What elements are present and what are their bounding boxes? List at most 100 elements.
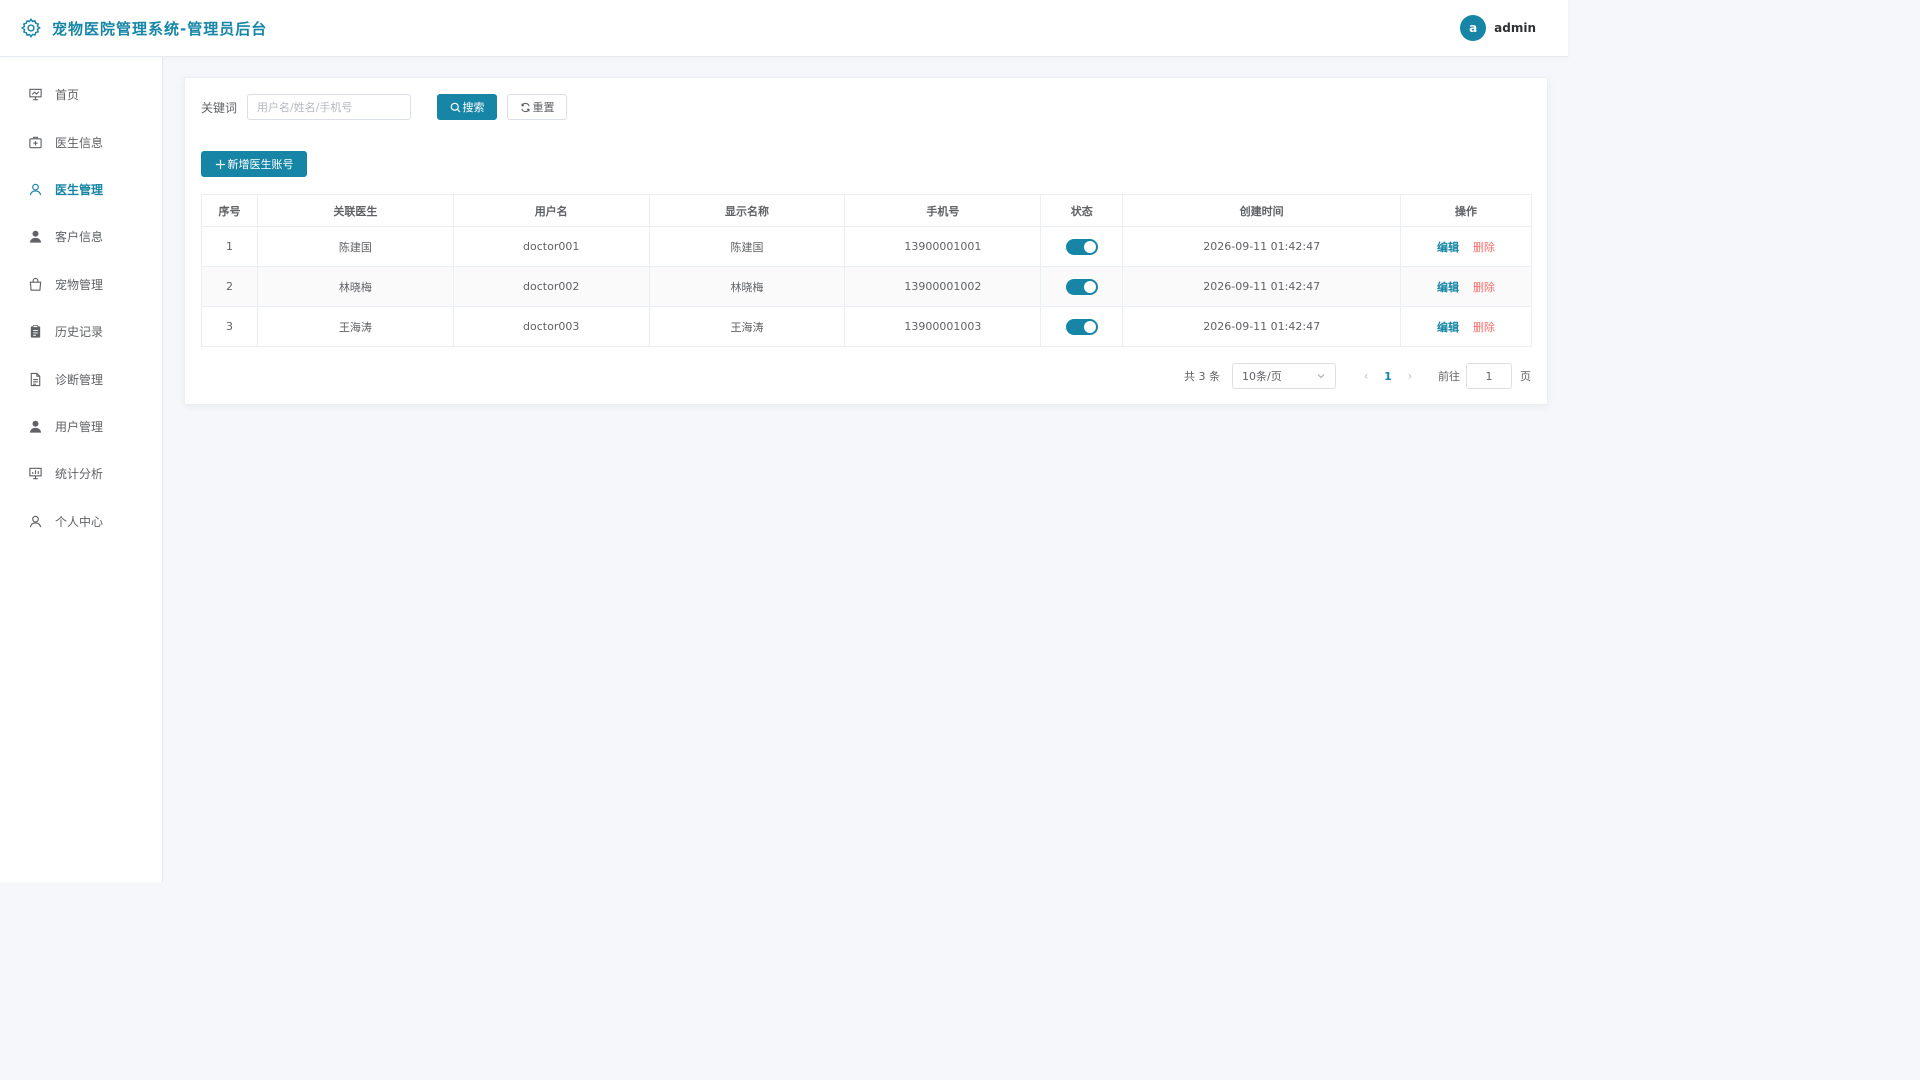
prev-page-button[interactable]: ‹ xyxy=(1356,369,1376,383)
cell-created: 2026-09-11 01:42:47 xyxy=(1122,266,1402,307)
cell-display-name: 林晓梅 xyxy=(648,266,846,307)
brand: 宠物医院管理系统-管理员后台 xyxy=(20,17,267,39)
sidebar-item-customer-info[interactable]: 客户信息 xyxy=(0,213,162,260)
bag-icon xyxy=(29,277,42,291)
sidebar-item-label: 医生管理 xyxy=(55,182,104,197)
page-size-select[interactable]: 10条/页 xyxy=(1232,363,1336,389)
sidebar: 首页 医生信息 医生管理 客户信息 宠物管理 历史记录 诊断管理 用户管理 统计… xyxy=(0,57,163,882)
column-header: 手机号 xyxy=(844,194,1042,227)
sidebar-item-user-management[interactable]: 用户管理 xyxy=(0,403,162,450)
add-button-label: 新增医生账号 xyxy=(227,158,294,171)
plus-icon xyxy=(215,159,225,169)
sidebar-item-label: 历史记录 xyxy=(55,325,104,340)
sidebar-item-label: 个人中心 xyxy=(55,514,104,529)
cell-index: 1 xyxy=(201,226,258,267)
total-count: 共 3 条 xyxy=(1184,370,1220,383)
sidebar-item-label: 客户信息 xyxy=(55,230,104,245)
next-page-button[interactable]: › xyxy=(1400,369,1420,383)
sidebar-item-label: 首页 xyxy=(55,88,80,103)
table-row: 3 王海涛 doctor003 王海涛 13900001003 2026-09-… xyxy=(201,306,1532,347)
cell-doctor: 陈建国 xyxy=(256,226,454,267)
sidebar-item-statistics[interactable]: 统计分析 xyxy=(0,450,162,497)
column-header: 序号 xyxy=(201,194,258,227)
chevron-down-icon xyxy=(1317,374,1325,379)
goto-page-input[interactable] xyxy=(1466,363,1512,389)
search-icon xyxy=(450,102,460,112)
cell-index: 2 xyxy=(201,266,258,307)
search-button[interactable]: 搜索 xyxy=(437,94,498,120)
clipboard-icon xyxy=(30,325,41,338)
edit-button[interactable]: 编辑 xyxy=(1437,321,1459,334)
cell-phone: 13900001002 xyxy=(844,266,1042,307)
user-icon xyxy=(29,515,42,527)
cell-phone: 13900001001 xyxy=(844,226,1042,267)
cell-doctor: 林晓梅 xyxy=(256,266,454,307)
add-doctor-account-button[interactable]: 新增医生账号 xyxy=(201,151,307,177)
top-header: 宠物医院管理系统-管理员后台 a admin xyxy=(0,0,1568,57)
cell-username: doctor002 xyxy=(452,266,650,307)
cell-created: 2026-09-11 01:42:47 xyxy=(1122,226,1402,267)
column-header: 用户名 xyxy=(452,194,650,227)
status-toggle[interactable] xyxy=(1065,318,1098,335)
status-toggle[interactable] xyxy=(1065,238,1098,255)
sidebar-item-label: 宠物管理 xyxy=(55,277,104,292)
doctor-account-table: 序号 关联医生 用户名 显示名称 手机号 状态 创建时间 操作 1 陈建国 do… xyxy=(201,194,1532,347)
sidebar-item-history[interactable]: 历史记录 xyxy=(0,308,162,355)
presentation-icon xyxy=(29,88,42,101)
search-input[interactable] xyxy=(247,94,412,120)
user-menu[interactable]: a admin xyxy=(1460,15,1536,41)
pagination: 共 3 条 10条/页 ‹ 1 › 前往 页 xyxy=(1184,363,1531,389)
keyword-label: 关键词 xyxy=(201,100,238,115)
cell-index: 3 xyxy=(201,306,258,347)
cell-display-name: 陈建国 xyxy=(648,226,846,267)
cell-status xyxy=(1040,266,1124,307)
search-bar: 关键词 搜索 重置 xyxy=(201,94,568,120)
cell-created: 2026-09-11 01:42:47 xyxy=(1122,306,1402,347)
username[interactable]: admin xyxy=(1494,21,1536,35)
column-header: 创建时间 xyxy=(1122,194,1402,227)
cell-actions: 编辑 删除 xyxy=(1400,266,1532,307)
avatar[interactable]: a xyxy=(1460,15,1487,41)
status-toggle[interactable] xyxy=(1065,278,1098,295)
table-row: 1 陈建国 doctor001 陈建国 13900001001 2026-09-… xyxy=(201,226,1532,267)
cell-status xyxy=(1040,306,1124,347)
sidebar-item-home[interactable]: 首页 xyxy=(0,71,162,118)
cell-phone: 13900001003 xyxy=(844,306,1042,347)
cell-username: doctor003 xyxy=(452,306,650,347)
app-title: 宠物医院管理系统-管理员后台 xyxy=(52,19,268,38)
sidebar-item-profile[interactable]: 个人中心 xyxy=(0,498,162,545)
cell-actions: 编辑 删除 xyxy=(1400,226,1532,267)
sidebar-item-doctor-info[interactable]: 医生信息 xyxy=(0,118,162,165)
medical-box-icon xyxy=(29,136,42,148)
cell-status xyxy=(1040,226,1124,267)
sidebar-item-doctor-management[interactable]: 医生管理 xyxy=(0,166,162,213)
cell-username: doctor001 xyxy=(452,226,650,267)
delete-button[interactable]: 删除 xyxy=(1473,281,1495,294)
document-icon xyxy=(30,372,41,386)
table-header-row: 序号 关联医生 用户名 显示名称 手机号 状态 创建时间 操作 xyxy=(201,194,1532,227)
sidebar-item-diagnosis[interactable]: 诊断管理 xyxy=(0,355,162,402)
cell-doctor: 王海涛 xyxy=(256,306,454,347)
cell-actions: 编辑 删除 xyxy=(1400,306,1532,347)
reset-button[interactable]: 重置 xyxy=(507,94,568,120)
main-card: 关键词 搜索 重置 新增医生账号 序号 关联医生 用户名 显示名称 手机号 状态… xyxy=(184,77,1548,405)
page-size-value: 10条/页 xyxy=(1242,370,1282,383)
column-header: 关联医生 xyxy=(256,194,454,227)
edit-button[interactable]: 编辑 xyxy=(1437,241,1459,254)
reset-button-label: 重置 xyxy=(532,101,555,114)
column-header: 操作 xyxy=(1400,194,1532,227)
column-header: 状态 xyxy=(1040,194,1124,227)
search-button-label: 搜索 xyxy=(462,101,485,114)
refresh-icon xyxy=(520,102,530,112)
delete-button[interactable]: 删除 xyxy=(1473,321,1495,334)
gear-icon xyxy=(21,18,41,39)
sidebar-item-label: 医生信息 xyxy=(55,135,104,150)
cell-display-name: 王海涛 xyxy=(648,306,846,347)
page-number-current[interactable]: 1 xyxy=(1376,370,1400,383)
sidebar-item-label: 诊断管理 xyxy=(55,372,104,387)
sidebar-item-pet-management[interactable]: 宠物管理 xyxy=(0,261,162,308)
user-filled-icon xyxy=(29,231,42,243)
user-icon xyxy=(29,183,42,196)
edit-button[interactable]: 编辑 xyxy=(1437,281,1459,294)
delete-button[interactable]: 删除 xyxy=(1473,241,1495,254)
